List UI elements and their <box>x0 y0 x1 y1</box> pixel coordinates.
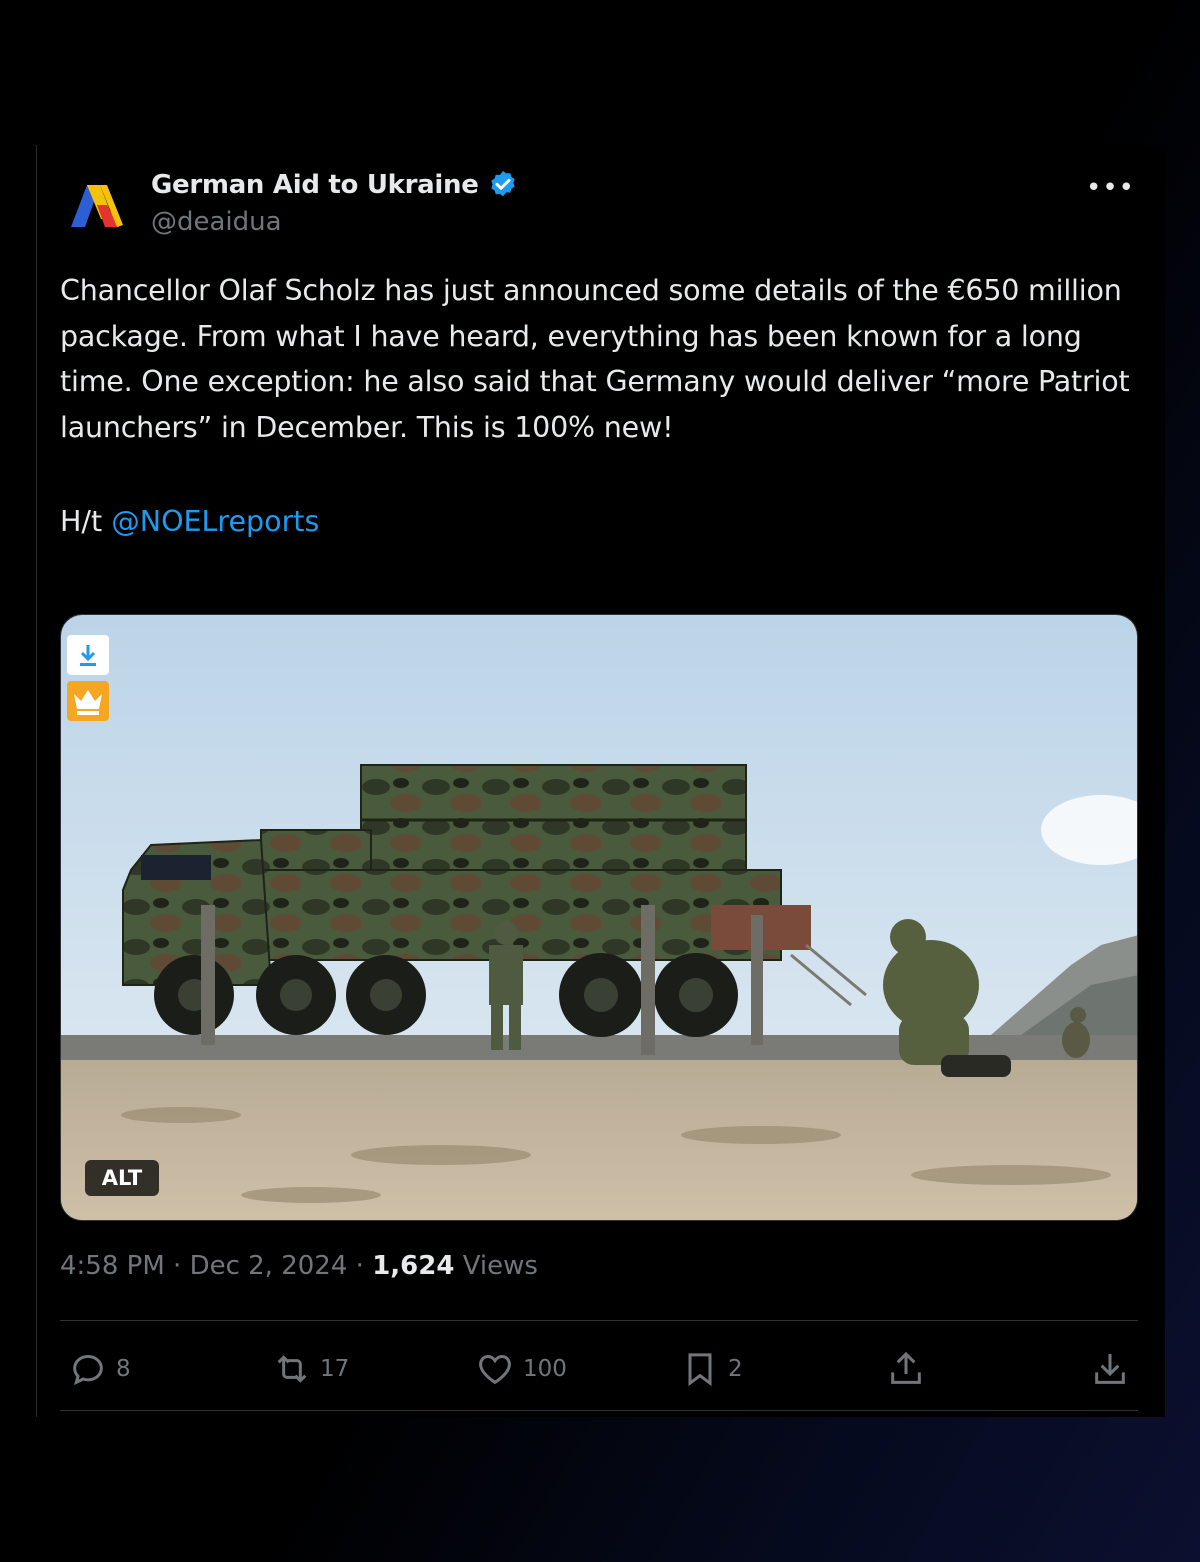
patriot-launcher-photo <box>61 615 1137 1220</box>
verified-badge-icon <box>490 171 515 197</box>
mention-link[interactable]: @NOELreports <box>111 505 319 538</box>
crown-icon <box>74 690 102 715</box>
download-icon <box>1095 1354 1125 1384</box>
repost-button[interactable]: 17 <box>272 1349 349 1389</box>
views-label: Views <box>454 1251 538 1281</box>
like-button[interactable]: 100 <box>475 1349 567 1389</box>
meta-separator: · <box>347 1251 373 1281</box>
tweet-card: German Aid to Ukraine @deaidua ••• Chanc… <box>36 145 1165 1417</box>
action-bar: 8 17 100 2 <box>60 1331 1138 1411</box>
author-name-row[interactable]: German Aid to Ukraine <box>151 169 519 201</box>
hat-tip-line: H/t @NOELreports <box>60 499 319 544</box>
avatar[interactable] <box>67 175 129 237</box>
reply-button[interactable]: 8 <box>68 1349 131 1389</box>
download-icon <box>80 645 96 666</box>
author-handle[interactable]: @deaidua <box>151 207 282 237</box>
divider-top <box>60 1320 1138 1321</box>
author-display-name[interactable]: German Aid to Ukraine <box>151 170 479 200</box>
bookmark-count: 2 <box>728 1356 743 1382</box>
repost-count: 17 <box>320 1356 350 1382</box>
share-icon <box>891 1351 921 1384</box>
hat-tip-prefix: H/t <box>60 505 112 538</box>
tweet-date[interactable]: Dec 2, 2024 <box>190 1251 348 1281</box>
heart-icon <box>479 1354 511 1385</box>
tweet-time[interactable]: 4:58 PM <box>60 1251 165 1281</box>
crown-extension-button[interactable] <box>67 681 109 721</box>
download-button[interactable] <box>1090 1349 1130 1389</box>
bookmark-button[interactable]: 2 <box>680 1349 743 1389</box>
tweet-meta: 4:58 PM · Dec 2, 2024 · 1,624 Views <box>60 1251 538 1281</box>
download-extension-button[interactable] <box>67 635 109 675</box>
more-dots-icon[interactable]: ••• <box>1086 173 1135 203</box>
like-count: 100 <box>523 1356 567 1382</box>
views-count: 1,624 <box>372 1251 455 1281</box>
repost-icon <box>277 1355 307 1383</box>
reply-icon <box>73 1354 103 1386</box>
divider-bottom <box>60 1410 1138 1411</box>
bookmark-icon <box>688 1353 712 1387</box>
share-button[interactable] <box>886 1349 926 1389</box>
tweet-photo[interactable]: ALT <box>60 614 1138 1221</box>
alt-badge[interactable]: ALT <box>85 1160 159 1196</box>
tweet-text: Chancellor Olaf Scholz has just announce… <box>60 274 1130 444</box>
reply-count: 8 <box>116 1356 131 1382</box>
meta-separator: · <box>164 1251 190 1281</box>
